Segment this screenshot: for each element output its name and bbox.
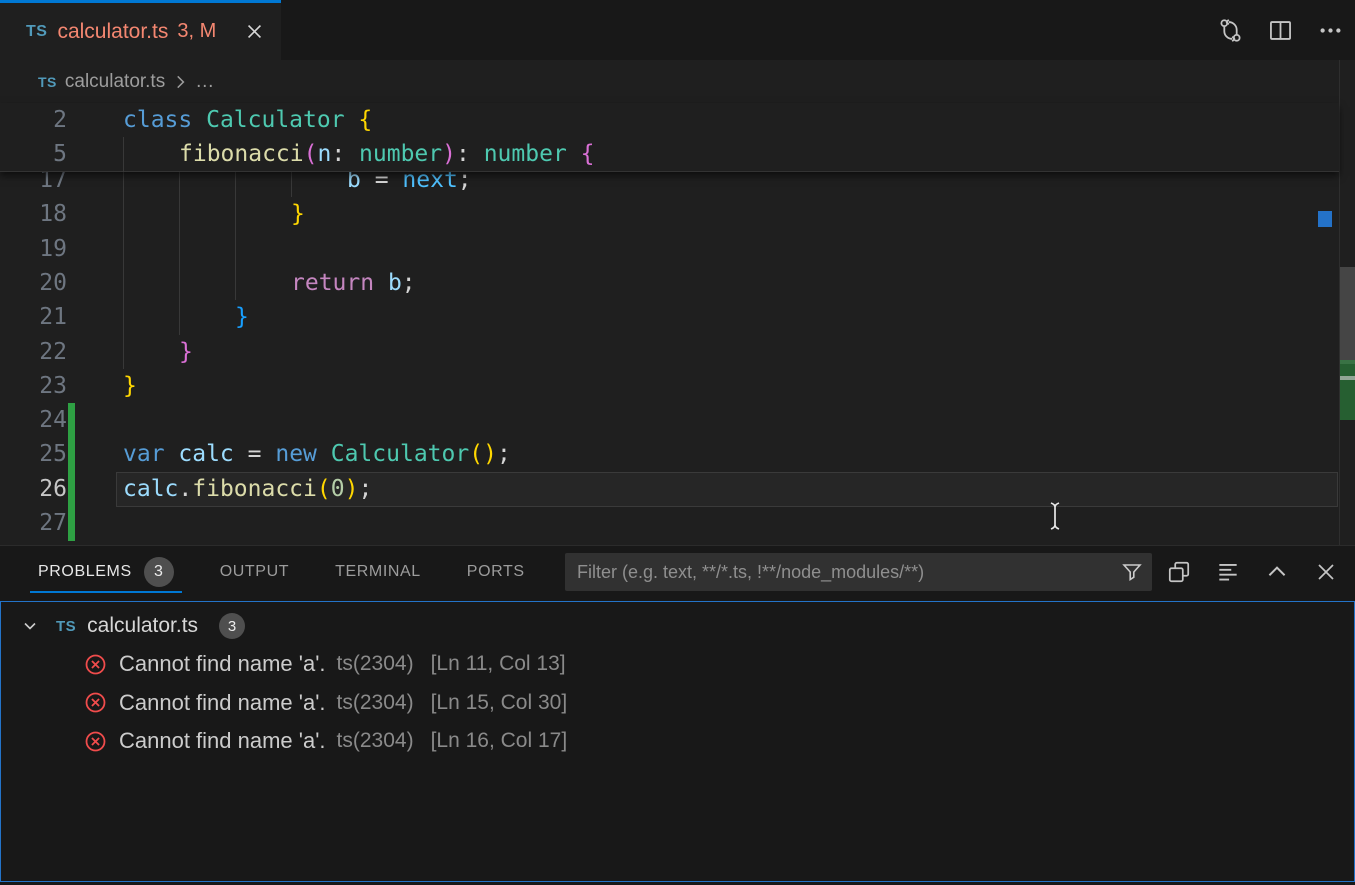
- code-line-22[interactable]: 22}: [0, 335, 1339, 370]
- file-problems-count-badge: 3: [219, 613, 245, 639]
- line-number[interactable]: 20: [0, 266, 67, 301]
- problem-message: Cannot find name 'a'.: [119, 728, 326, 754]
- editor-tab-bar: TS calculator.ts 3, M: [0, 0, 1355, 60]
- panel-tab-label: OUTPUT: [220, 563, 289, 581]
- panel-tab-label: PROBLEMS: [38, 563, 132, 581]
- panel-tab-terminal[interactable]: TERMINAL: [327, 546, 429, 598]
- line-number: 2: [0, 103, 67, 138]
- sticky-line-5[interactable]: 5fibonacci(n: number): number {: [0, 137, 1339, 172]
- collapse-all-icon[interactable]: [1213, 557, 1243, 587]
- bottom-panel: PROBLEMS 3 OUTPUT TERMINAL PORTS: [0, 545, 1355, 885]
- more-actions-icon[interactable]: [1315, 15, 1345, 45]
- problem-row-2[interactable]: Cannot find name 'a'. ts(2304) [Ln 15, C…: [0, 684, 1353, 722]
- problem-row-1[interactable]: Cannot find name 'a'. ts(2304) [Ln 11, C…: [0, 645, 1353, 683]
- problem-location: [Ln 15, Col 30]: [431, 691, 568, 715]
- problem-message: Cannot find name 'a'.: [119, 651, 326, 677]
- open-changes-icon[interactable]: [1215, 15, 1245, 45]
- tab-close-icon[interactable]: [241, 19, 267, 45]
- git-added-region: [1340, 360, 1355, 420]
- maximize-panel-icon[interactable]: [1262, 557, 1292, 587]
- breadcrumb-item-symbol[interactable]: …: [195, 71, 214, 93]
- line-number[interactable]: 27: [0, 506, 67, 541]
- panel-tab-label: TERMINAL: [335, 563, 421, 581]
- vscode-window: TS calculator.ts 3, M: [0, 0, 1355, 885]
- tab-problems-and-git-decoration: 3, M: [177, 20, 216, 43]
- error-icon: [84, 730, 107, 753]
- text-cursor-pointer: [1044, 500, 1066, 532]
- tab-calculator-ts[interactable]: TS calculator.ts 3, M: [0, 0, 281, 60]
- filter-funnel-icon[interactable]: [1120, 560, 1152, 584]
- panel-tab-output[interactable]: OUTPUT: [212, 546, 297, 598]
- editor-actions: [1215, 0, 1345, 60]
- current-line-marker: [1340, 376, 1355, 380]
- sticky-line-2[interactable]: 2class Calculator {: [0, 103, 1339, 138]
- line-number[interactable]: 25: [0, 437, 67, 472]
- panel-tab-problems[interactable]: PROBLEMS 3: [30, 546, 182, 598]
- code-line-19[interactable]: 19: [0, 232, 1339, 267]
- code-line-27[interactable]: 27: [0, 506, 1339, 541]
- problem-message: Cannot find name 'a'.: [119, 690, 326, 716]
- chevron-right-icon: [172, 73, 188, 91]
- code-line-23[interactable]: 23}: [0, 369, 1339, 404]
- problems-file-name: calculator.ts: [87, 614, 198, 638]
- chevron-down-icon[interactable]: [20, 616, 40, 636]
- code-line-20[interactable]: 20return b;: [0, 266, 1339, 301]
- breadcrumb-item-file[interactable]: calculator.ts: [65, 71, 165, 93]
- problem-location: [Ln 11, Col 13]: [431, 652, 566, 676]
- tab-title: calculator.ts: [57, 20, 168, 44]
- line-number: 5: [0, 137, 67, 172]
- code-line-18[interactable]: 18}: [0, 197, 1339, 232]
- panel-actions: [1164, 546, 1341, 598]
- code-line-26[interactable]: 26calc.fibonacci(0);: [0, 472, 1339, 507]
- problem-source: ts(2304): [337, 729, 414, 753]
- panel-tabs: PROBLEMS 3 OUTPUT TERMINAL PORTS: [0, 546, 533, 598]
- line-number[interactable]: 26: [0, 472, 67, 507]
- line-number[interactable]: 22: [0, 335, 67, 370]
- problem-source: ts(2304): [337, 652, 414, 676]
- code-line-21[interactable]: 21}: [0, 300, 1339, 335]
- breadcrumb: TS calculator.ts …: [0, 60, 1355, 103]
- line-number[interactable]: 18: [0, 197, 67, 232]
- panel-tab-ports[interactable]: PORTS: [459, 546, 533, 598]
- problems-file-row[interactable]: TS calculator.ts 3: [0, 607, 1353, 645]
- problems-count-badge: 3: [144, 557, 174, 587]
- typescript-file-icon: TS: [38, 74, 57, 90]
- code-line-24[interactable]: 24: [0, 403, 1339, 438]
- line-number[interactable]: 21: [0, 300, 67, 335]
- problem-source: ts(2304): [337, 691, 414, 715]
- typescript-file-icon: TS: [56, 618, 76, 635]
- line-number[interactable]: 19: [0, 232, 67, 267]
- problem-row-3[interactable]: Cannot find name 'a'. ts(2304) [Ln 16, C…: [0, 722, 1353, 760]
- problems-filter-input[interactable]: [565, 562, 1120, 583]
- line-number[interactable]: 24: [0, 403, 67, 438]
- typescript-file-icon: TS: [26, 23, 47, 41]
- problems-list: TS calculator.ts 3 Cannot find name 'a'.…: [0, 601, 1355, 882]
- panel-tab-label: PORTS: [467, 563, 525, 581]
- scrollbar-thumb[interactable]: [1340, 267, 1355, 364]
- view-as-table-icon[interactable]: [1164, 557, 1194, 587]
- close-panel-icon[interactable]: [1311, 557, 1341, 587]
- problem-location: [Ln 16, Col 17]: [431, 729, 568, 753]
- code-line-25[interactable]: 25var calc = new Calculator();: [0, 437, 1339, 472]
- split-editor-icon[interactable]: [1265, 15, 1295, 45]
- problems-filter: [565, 553, 1152, 591]
- sticky-scroll: 2class Calculator {5fibonacci(n: number)…: [0, 103, 1339, 172]
- modified-marker: [1318, 211, 1332, 227]
- line-number[interactable]: 23: [0, 369, 67, 404]
- error-icon: [84, 691, 107, 714]
- error-icon: [84, 653, 107, 676]
